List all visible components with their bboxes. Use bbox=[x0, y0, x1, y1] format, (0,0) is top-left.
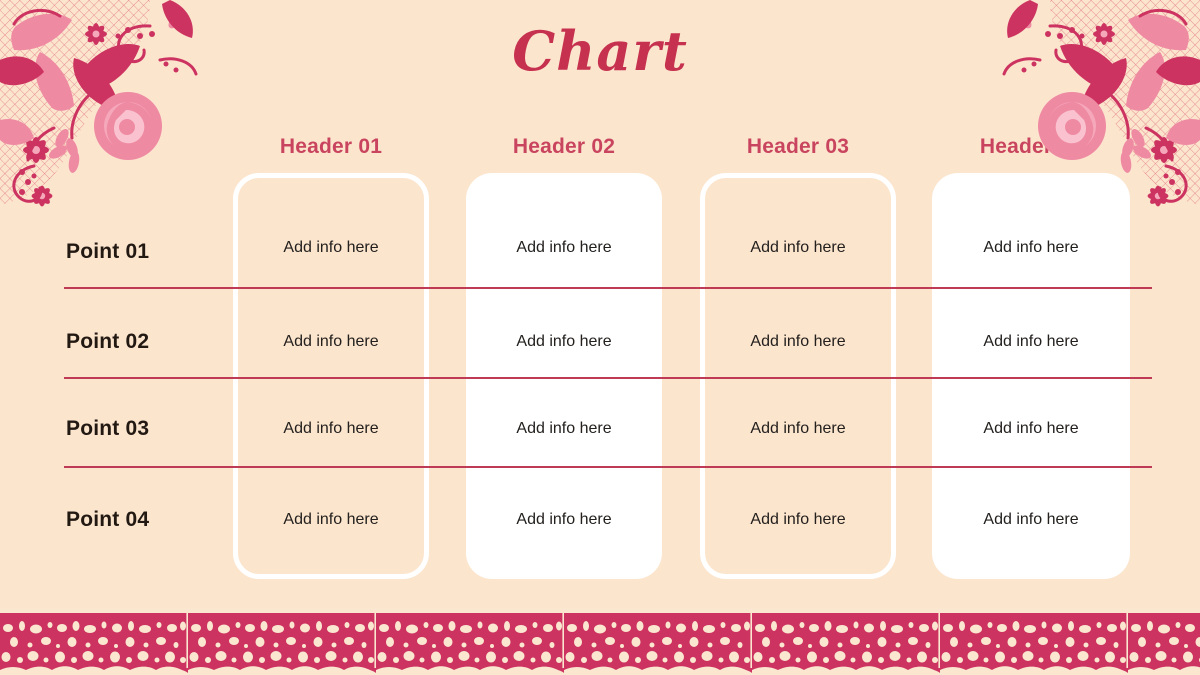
row-label-1: Point 01 bbox=[66, 240, 150, 263]
table-cell: Add info here bbox=[283, 333, 379, 350]
column-header-2: Header 02 bbox=[512, 135, 616, 158]
column-header-1: Header 01 bbox=[279, 135, 383, 158]
table-cell: Add info here bbox=[516, 511, 612, 528]
table-cell: Add info here bbox=[516, 333, 612, 350]
row-label-2: Point 02 bbox=[66, 330, 150, 353]
table-cell: Add info here bbox=[516, 420, 612, 437]
table-cell: Add info here bbox=[983, 511, 1079, 528]
table-cell: Add info here bbox=[283, 239, 379, 256]
slide-canvas: Chart Header 01 Header 02 Header 03 Head… bbox=[0, 0, 1200, 675]
column-header-3: Header 03 bbox=[746, 135, 850, 158]
table-cell: Add info here bbox=[750, 511, 846, 528]
table-cell: Add info here bbox=[283, 420, 379, 437]
page-title: Chart bbox=[512, 19, 688, 83]
row-label-3: Point 03 bbox=[66, 417, 150, 440]
column-header-4: Header 04 bbox=[979, 135, 1083, 158]
table-cell: Add info here bbox=[750, 333, 846, 350]
row-separator bbox=[64, 287, 1152, 289]
row-label-4: Point 04 bbox=[66, 508, 150, 531]
table-cell: Add info here bbox=[750, 420, 846, 437]
table-cell: Add info here bbox=[283, 511, 379, 528]
table-cell: Add info here bbox=[983, 333, 1079, 350]
table-cell: Add info here bbox=[983, 420, 1079, 437]
row-separator bbox=[64, 466, 1152, 468]
row-separator bbox=[64, 377, 1152, 379]
table-cell: Add info here bbox=[750, 239, 846, 256]
table-cell: Add info here bbox=[983, 239, 1079, 256]
table-cell: Add info here bbox=[516, 239, 612, 256]
lace-band-icon bbox=[0, 608, 1200, 675]
